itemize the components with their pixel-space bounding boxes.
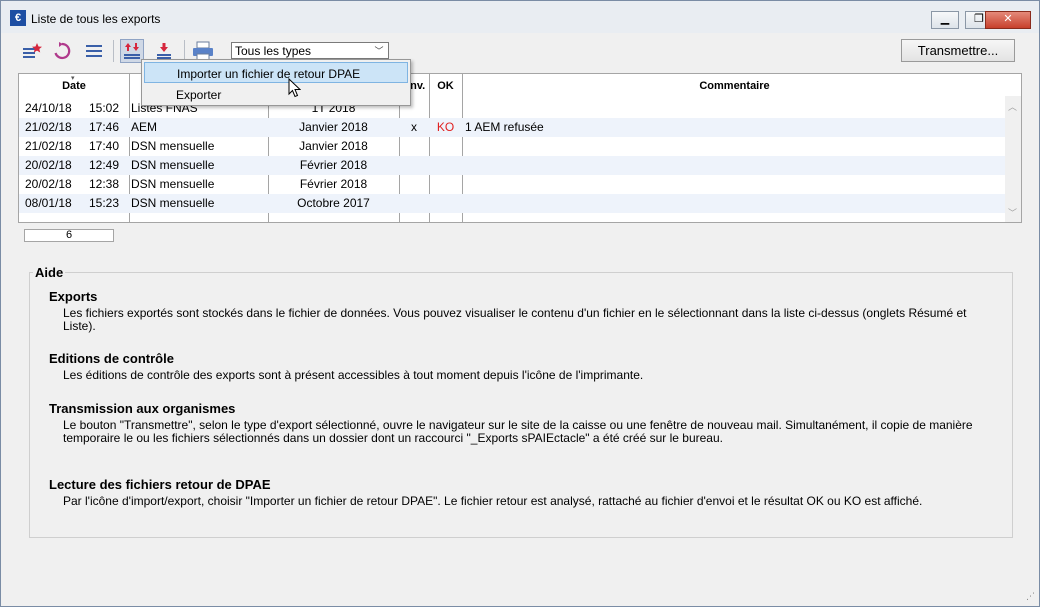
minimize-button[interactable]: ▁: [931, 11, 959, 29]
type-filter-value: Tous les types: [235, 44, 312, 58]
row-time: 12:49: [89, 158, 120, 172]
transmit-button[interactable]: Transmettre...: [901, 39, 1015, 62]
row-type: AEM: [131, 120, 158, 134]
menu-item-label: Importer un fichier de retour DPAE: [177, 67, 361, 81]
chevron-down-icon: ﹀: [374, 46, 384, 56]
help-section-title: Lecture des fichiers retour de DPAE: [49, 477, 271, 492]
vertical-scrollbar[interactable]: ︿ ﹀: [1005, 96, 1021, 222]
help-section-body: Par l'icône d'import/export, choisir "Im…: [63, 494, 923, 508]
table-row[interactable]: 08/01/18 15:23 DSN mensuelle Octobre 201…: [19, 194, 1007, 213]
main-window: € Liste de tous les exports ▁ ❐ ✕ Tous l…: [0, 0, 1040, 607]
row-date: 21/02/18: [25, 139, 72, 153]
star-list-icon[interactable]: [20, 39, 44, 63]
menu-item-label: Exporter: [176, 88, 222, 102]
title-bar[interactable]: € Liste de tous les exports ▁ ❐ ✕: [1, 1, 1039, 33]
list-icon[interactable]: [82, 39, 106, 63]
help-section-title: Transmission aux organismes: [49, 401, 236, 416]
minimize-icon: ▁: [940, 13, 950, 25]
sort-arrow-icon: ▾: [71, 75, 75, 82]
toolbar-separator: [113, 40, 114, 62]
table-row[interactable]: 20/02/18 12:38 DSN mensuelle Février 201…: [19, 175, 1007, 194]
row-date: 20/02/18: [25, 158, 72, 172]
help-section-body: Les fichiers exportés sont stockés dans …: [63, 306, 967, 333]
row-date: 24/10/18: [25, 101, 72, 115]
resize-grip-icon[interactable]: ⋰: [1026, 591, 1035, 602]
help-section-body: Les éditions de contrôle des exports son…: [63, 368, 644, 382]
row-comment: 1 AEM refusée: [465, 120, 544, 134]
scroll-down-icon[interactable]: ﹀: [1008, 206, 1017, 219]
window-title: Liste de tous les exports: [31, 12, 161, 26]
row-type: DSN mensuelle: [131, 196, 215, 210]
menu-item-export[interactable]: Exporter: [144, 84, 408, 105]
column-header-ok[interactable]: OK: [429, 80, 462, 92]
row-date: 08/01/18: [25, 196, 72, 210]
close-icon: ✕: [1003, 13, 1013, 25]
row-date: 20/02/18: [25, 177, 72, 191]
row-time: 17:40: [89, 139, 120, 153]
row-date: 21/02/18: [25, 120, 72, 134]
help-section-body: Le bouton "Transmettre", selon le type d…: [63, 418, 973, 445]
row-type: DSN mensuelle: [131, 139, 215, 153]
close-button[interactable]: ✕: [985, 11, 1031, 29]
help-section-title: Editions de contrôle: [49, 351, 174, 366]
row-time: 17:46: [89, 120, 120, 134]
maximize-icon: ❐: [974, 13, 984, 25]
menu-item-import-dpae[interactable]: Importer un fichier de retour DPAE: [144, 62, 408, 83]
row-time: 15:02: [89, 101, 120, 115]
row-type: DSN mensuelle: [131, 177, 215, 191]
scroll-up-icon[interactable]: ︿: [1008, 100, 1017, 113]
mouse-cursor-icon: [288, 77, 302, 101]
row-period: Janvier 2018: [299, 139, 368, 153]
import-export-menu: Importer un fichier de retour DPAE Expor…: [141, 59, 411, 106]
app-icon: €: [10, 10, 26, 26]
row-period: Janvier 2018: [299, 120, 368, 134]
row-time: 15:23: [89, 196, 120, 210]
help-title: Aide: [33, 265, 66, 280]
row-count-field: 6: [24, 229, 114, 242]
refresh-icon[interactable]: [50, 39, 74, 63]
row-ok-status: KO: [436, 120, 455, 134]
row-period: Février 2018: [299, 158, 368, 172]
column-header-comment[interactable]: Commentaire: [462, 80, 1007, 92]
row-env: x: [411, 120, 417, 134]
row-time: 12:38: [89, 177, 120, 191]
table-row[interactable]: 21/02/18 17:40 DSN mensuelle Janvier 201…: [19, 137, 1007, 156]
row-type: DSN mensuelle: [131, 158, 215, 172]
table-row[interactable]: 21/02/18 17:46 AEM Janvier 2018 x KO 1 A…: [19, 118, 1007, 137]
table-row[interactable]: 20/02/18 12:49 DSN mensuelle Février 201…: [19, 156, 1007, 175]
row-period: Octobre 2017: [297, 196, 370, 210]
help-section-title: Exports: [49, 289, 98, 304]
type-filter-select[interactable]: Tous les types ﹀: [231, 42, 389, 59]
row-period: Février 2018: [299, 177, 368, 191]
